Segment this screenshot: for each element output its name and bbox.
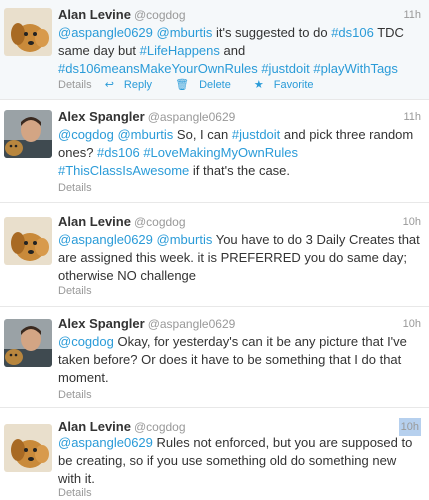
tweet-actions: Details — [58, 182, 421, 194]
tweet-time[interactable]: 11h — [403, 108, 421, 126]
mention-link[interactable]: @aspangle0629 — [58, 25, 153, 40]
avatar-person-icon[interactable] — [4, 319, 52, 367]
tweet-text-segment: So, I can — [173, 127, 232, 142]
tweet-actions: Details — [58, 389, 421, 401]
tweet-text: @aspangle0629 Rules not enforced, but yo… — [58, 434, 421, 488]
mention-link[interactable]: @aspangle0629 — [58, 232, 153, 247]
tweet[interactable]: Alan Levine @cogdog 10h @aspangle0629 @mb… — [0, 203, 429, 307]
details-link[interactable]: Details — [58, 389, 92, 401]
details-link[interactable]: Details — [58, 285, 92, 297]
hashtag-link[interactable]: #ThisClassIsAwesome — [58, 163, 189, 178]
tweet[interactable]: Alex Spangler @aspangle0629 11h @cogdog @… — [0, 100, 429, 203]
tweet-time[interactable]: 10h — [403, 213, 421, 231]
avatar-person-icon[interactable] — [4, 110, 52, 158]
tweet-actions: Details — [58, 285, 421, 297]
tweet-text: @cogdog @mburtis So, I can #justdoit and… — [58, 126, 421, 180]
author-name[interactable]: Alex Spangler — [58, 109, 145, 124]
hashtag-link[interactable]: #playWithTags — [313, 61, 398, 76]
mention-link[interactable]: @mburtis — [157, 25, 213, 40]
favorite-button[interactable]: ★ Favorite — [254, 79, 324, 91]
avatar-dog-icon[interactable] — [4, 424, 52, 472]
tweet-actions: Details — [58, 487, 421, 499]
hashtag-link[interactable]: #ds106 — [97, 145, 140, 160]
tweet-timeline: Alan Levine @cogdog 11h @aspangle0629 @mb… — [0, 0, 429, 500]
tweet-text: @aspangle0629 @mburtis You have to do 3 … — [58, 231, 421, 285]
hashtag-link[interactable]: #justdoit — [232, 127, 280, 142]
mention-link[interactable]: @cogdog — [58, 334, 114, 349]
reply-button[interactable]: ↩ Reply — [105, 79, 162, 91]
author-handle[interactable]: @cogdog — [134, 215, 186, 229]
tweet[interactable]: Alan Levine @cogdog 11h @aspangle0629 @mb… — [0, 0, 429, 100]
author-name[interactable]: Alex Spangler — [58, 316, 145, 331]
mention-link[interactable]: @mburtis — [117, 127, 173, 142]
delete-label: Delete — [199, 79, 231, 91]
avatar-dog-icon[interactable] — [4, 8, 52, 56]
delete-icon: 🗑 — [175, 79, 190, 91]
author-handle[interactable]: @aspangle0629 — [148, 110, 236, 124]
tweet-text: @cogdog Okay, for yesterday's can it be … — [58, 333, 421, 387]
tweet-time[interactable]: 11h — [403, 6, 421, 24]
favorite-icon: ★ — [253, 79, 264, 91]
author-name[interactable]: Alan Levine — [58, 7, 131, 22]
reply-icon: ↩ — [104, 79, 114, 91]
hashtag-link[interactable]: #LifeHappens — [140, 43, 220, 58]
author-name[interactable]: Alan Levine — [58, 419, 131, 434]
tweet-text: @aspangle0629 @mburtis it's suggested to… — [58, 24, 421, 78]
details-link[interactable]: Details — [58, 182, 92, 194]
author-name[interactable]: Alan Levine — [58, 214, 131, 229]
hashtag-link[interactable]: #justdoit — [261, 61, 309, 76]
tweet-text-segment: if that's the case. — [189, 163, 291, 178]
tweet-time[interactable]: 10h — [403, 315, 421, 333]
mention-link[interactable]: @cogdog — [58, 127, 114, 142]
favorite-label: Favorite — [273, 79, 314, 91]
author-handle[interactable]: @cogdog — [134, 420, 186, 434]
hashtag-link[interactable]: #ds106meansMakeYourOwnRules — [58, 61, 258, 76]
avatar-dog-icon[interactable] — [4, 217, 52, 265]
hashtag-link[interactable]: #LoveMakingMyOwnRules — [143, 145, 298, 160]
details-link[interactable]: Details — [58, 79, 92, 91]
mention-link[interactable]: @mburtis — [157, 232, 213, 247]
tweet-actions: Details ↩ Reply 🗑 Delete ★ Favorite — [58, 78, 421, 91]
author-handle[interactable]: @aspangle0629 — [148, 317, 236, 331]
tweet[interactable]: Alan Levine @cogdog 10h @aspangle0629 Rul… — [0, 408, 429, 500]
tweet-text-segment: and — [219, 43, 246, 58]
mention-link[interactable]: @aspangle0629 — [58, 435, 153, 450]
author-handle[interactable]: @cogdog — [134, 8, 186, 22]
hashtag-link[interactable]: #ds106 — [331, 25, 374, 40]
tweet[interactable]: Alex Spangler @aspangle0629 10h @cogdog O… — [0, 307, 429, 408]
reply-label: Reply — [123, 79, 153, 91]
details-link[interactable]: Details — [58, 487, 92, 499]
delete-button[interactable]: 🗑 Delete — [175, 79, 241, 91]
tweet-text-segment: it's suggested to do — [212, 25, 332, 40]
